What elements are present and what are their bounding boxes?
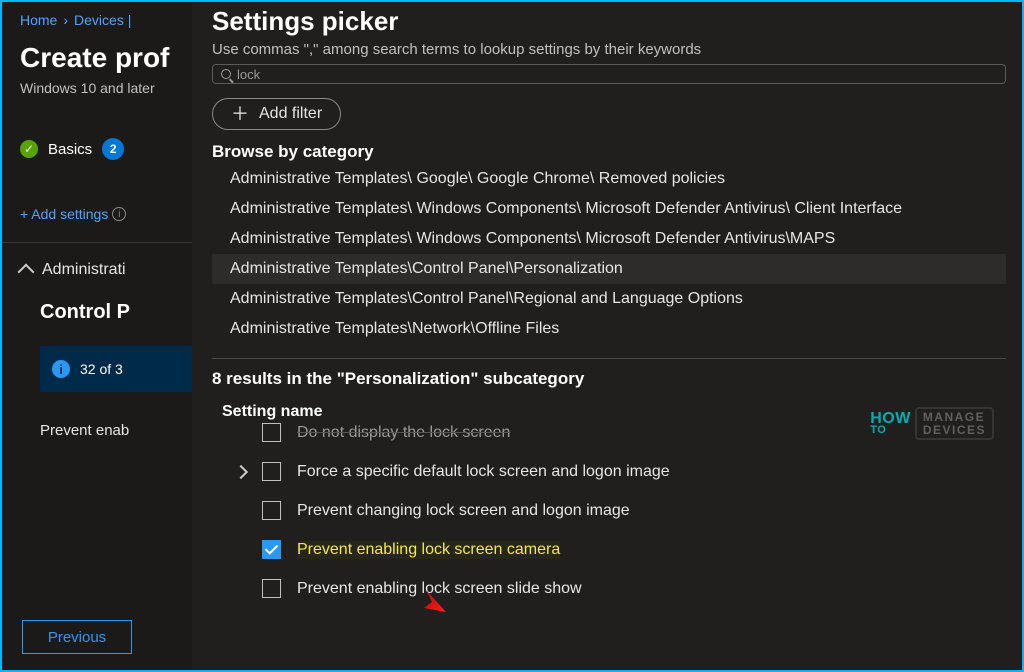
setting-label: Do not display the lock screen — [297, 424, 510, 442]
setting-row[interactable]: Prevent enabling lock screen slide show — [212, 569, 1006, 608]
picker-subtitle: Use commas "," among search terms to loo… — [212, 41, 1006, 58]
setting-row[interactable]: Prevent changing lock screen and logon i… — [212, 491, 1006, 530]
search-input[interactable]: lock — [212, 64, 1006, 84]
check-icon: ✓ — [20, 140, 38, 158]
wizard-step-2-badge[interactable]: 2 — [102, 138, 124, 160]
add-filter-button[interactable]: ＋ Add filter — [212, 98, 341, 130]
wizard-step-basics[interactable]: Basics — [48, 141, 92, 158]
plus-icon: ＋ — [231, 105, 249, 123]
info-banner: i 32 of 3 — [40, 346, 192, 392]
category-row[interactable]: Administrative Templates\ Windows Compon… — [212, 194, 1006, 224]
category-row[interactable]: Administrative Templates\ Google\ Google… — [212, 164, 1006, 194]
chevron-up-icon — [18, 264, 35, 281]
setting-row[interactable]: Force a specific default lock screen and… — [212, 452, 1006, 491]
previous-button[interactable]: Previous — [22, 620, 132, 654]
checkbox[interactable] — [262, 423, 281, 442]
subcategory-label: Control P — [40, 301, 192, 324]
breadcrumb-devices[interactable]: Devices | — [74, 12, 131, 28]
breadcrumb-home[interactable]: Home — [20, 12, 57, 28]
setting-label: Force a specific default lock screen and… — [297, 463, 670, 481]
checkbox[interactable] — [262, 540, 281, 559]
checkbox[interactable] — [262, 501, 281, 520]
page-subtitle: Windows 10 and later — [20, 80, 192, 96]
setting-label: Prevent enabling lock screen camera — [297, 541, 560, 559]
category-row[interactable]: Administrative Templates\Network\Offline… — [212, 314, 1006, 344]
add-settings-link[interactable]: + Add settings i — [20, 206, 192, 222]
page-title: Create prof — [20, 42, 192, 74]
browse-by-category-header: Browse by category — [212, 142, 1006, 162]
category-row[interactable]: Administrative Templates\Control Panel\R… — [212, 284, 1006, 314]
category-toggle[interactable]: Administrati — [20, 261, 192, 279]
setting-row[interactable]: Prevent enabling lock screen camera — [212, 530, 1006, 569]
setting-label: Prevent changing lock screen and logon i… — [297, 502, 630, 520]
search-icon — [221, 69, 231, 79]
info-icon: i — [112, 207, 126, 221]
selected-setting-preview: Prevent enab — [40, 422, 192, 439]
breadcrumb: Home › Devices | — [20, 12, 192, 28]
wizard-steps: ✓ Basics 2 — [20, 138, 192, 160]
chevron-right-icon — [234, 464, 248, 478]
category-row[interactable]: Administrative Templates\Control Panel\P… — [212, 254, 1006, 284]
setting-row[interactable]: Do not display the lock screen — [212, 421, 1006, 452]
checkbox[interactable] — [262, 462, 281, 481]
info-circle-icon: i — [52, 360, 70, 378]
chevron-right-icon: › — [63, 12, 68, 28]
checkbox[interactable] — [262, 579, 281, 598]
category-row[interactable]: Administrative Templates\ Windows Compon… — [212, 224, 1006, 254]
results-header: 8 results in the "Personalization" subca… — [212, 369, 1006, 389]
picker-title: Settings picker — [212, 6, 1006, 37]
setting-label: Prevent enabling lock screen slide show — [297, 580, 582, 598]
column-header-setting-name[interactable]: Setting name — [222, 403, 1006, 421]
